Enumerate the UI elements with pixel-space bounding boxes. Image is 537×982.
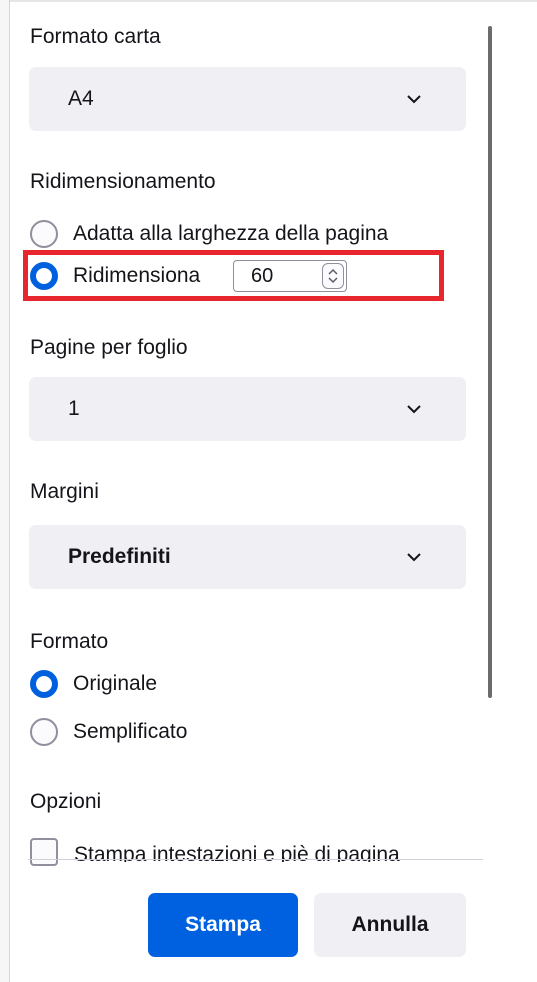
scaling-label: Ridimensionamento (30, 170, 216, 193)
pages-per-sheet-select[interactable]: 1 (29, 377, 466, 441)
print-button[interactable]: Stampa (148, 893, 298, 957)
paper-size-label: Formato carta (30, 25, 161, 48)
format-original-radio[interactable]: Originale (30, 668, 157, 700)
fit-to-width-radio-circle[interactable] (30, 220, 58, 248)
pages-per-sheet-label: Pagine per foglio (30, 336, 188, 359)
pages-per-sheet-value: 1 (68, 397, 80, 420)
fit-to-width-label: Adatta alla larghezza della pagina (73, 222, 389, 245)
chevron-down-icon (407, 95, 421, 104)
chevron-down-icon (407, 405, 421, 414)
format-simplified-radio[interactable]: Semplificato (30, 716, 187, 748)
window-left-edge (0, 0, 10, 982)
margins-select[interactable]: Predefiniti (29, 525, 466, 589)
fit-to-width-radio[interactable]: Adatta alla larghezza della pagina (30, 218, 388, 250)
margins-value: Predefiniti (68, 545, 171, 568)
footer-divider (28, 859, 483, 860)
cancel-button[interactable]: Annulla (314, 893, 466, 957)
window-top-edge (0, 0, 537, 2)
paper-size-value: A4 (68, 87, 94, 110)
format-label: Formato (30, 630, 109, 653)
format-original-radio-circle[interactable] (30, 670, 58, 698)
paper-size-select[interactable]: A4 (29, 67, 466, 131)
headers-footers-checkbox[interactable] (30, 838, 58, 866)
highlight-annotation-box (23, 250, 444, 301)
chevron-down-icon (407, 553, 421, 562)
format-original-label: Originale (73, 672, 158, 695)
settings-scrollbar[interactable] (488, 26, 492, 698)
format-simplified-radio-circle[interactable] (30, 718, 58, 746)
options-label: Opzioni (30, 790, 102, 813)
margins-label: Margini (30, 480, 99, 503)
format-simplified-label: Semplificato (73, 720, 188, 743)
